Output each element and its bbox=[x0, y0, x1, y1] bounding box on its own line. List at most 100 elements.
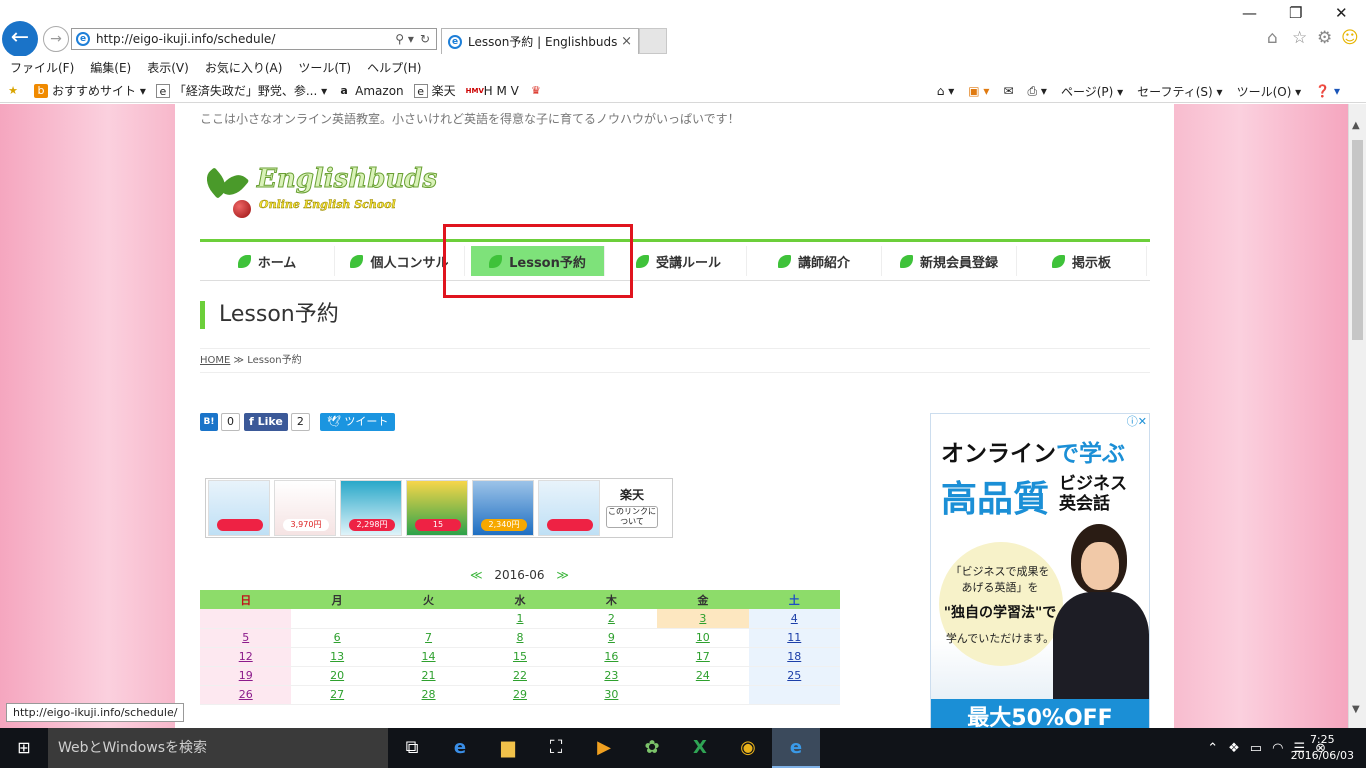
cmd-home-icon[interactable]: ⌂ ▾ bbox=[937, 84, 954, 98]
nav-board[interactable]: 掲示板 bbox=[1017, 246, 1147, 276]
calendar-day-link[interactable]: 28 bbox=[422, 688, 436, 701]
calendar-day-link[interactable]: 7 bbox=[425, 631, 432, 644]
calendar-day-link[interactable]: 1 bbox=[516, 612, 523, 625]
calendar-day-link[interactable]: 4 bbox=[791, 612, 798, 625]
calendar-day-cell[interactable]: 7 bbox=[382, 628, 475, 648]
calendar-day-link[interactable]: 18 bbox=[787, 650, 801, 663]
product-thumbnail[interactable]: 2,298円 bbox=[340, 480, 402, 536]
cmd-rss-icon[interactable]: ▣ ▾ bbox=[968, 84, 989, 98]
rakuten-logo[interactable]: 楽天 このリンクについて bbox=[604, 480, 660, 536]
calendar-day-cell[interactable]: 30 bbox=[565, 685, 658, 705]
nav-teachers[interactable]: 講師紹介 bbox=[747, 246, 882, 276]
calendar-day-cell[interactable]: 14 bbox=[382, 647, 475, 667]
fav-item-news[interactable]: e 「経済失政だ」野党、参... ▾ bbox=[155, 82, 327, 99]
hatena-bookmark-button[interactable]: B! bbox=[200, 413, 218, 431]
tray-chevron-icon[interactable]: ⌃ bbox=[1207, 741, 1218, 756]
calendar-prev-button[interactable]: ≪ bbox=[470, 568, 483, 582]
calendar-day-cell[interactable]: 20 bbox=[291, 666, 383, 686]
ad-info-icon[interactable]: ⓘ✕ bbox=[1127, 413, 1147, 429]
calendar-day-cell[interactable]: 11 bbox=[748, 628, 840, 648]
address-text[interactable]: http://eigo-ikuji.info/schedule/ bbox=[96, 32, 395, 46]
calendar-day-cell[interactable]: 4 bbox=[748, 609, 840, 629]
store-icon[interactable]: ⛶ bbox=[532, 728, 580, 768]
calendar-day-cell[interactable]: 19 bbox=[200, 666, 292, 686]
tab-close-icon[interactable]: × bbox=[621, 34, 632, 49]
calendar-day-cell[interactable]: 24 bbox=[657, 666, 749, 686]
calendar-day-cell[interactable]: 6 bbox=[291, 628, 383, 648]
calendar-day-link[interactable]: 11 bbox=[787, 631, 801, 644]
new-tab-button[interactable] bbox=[639, 28, 667, 54]
restore-icon[interactable]: ❐ bbox=[1289, 4, 1302, 22]
calendar-day-cell[interactable]: 8 bbox=[474, 628, 566, 648]
calendar-day-cell[interactable]: 21 bbox=[382, 666, 475, 686]
calendar-day-link[interactable]: 12 bbox=[239, 650, 253, 663]
menu-view[interactable]: 表示(V) bbox=[147, 59, 189, 76]
calendar-next-button[interactable]: ≫ bbox=[556, 568, 569, 582]
cmd-print-icon[interactable]: ⎙ ▾ bbox=[1028, 84, 1047, 99]
feedback-smiley-icon[interactable]: ☺ bbox=[1341, 28, 1359, 48]
calendar-day-link[interactable]: 20 bbox=[330, 669, 344, 682]
calendar-day-link[interactable]: 30 bbox=[604, 688, 618, 701]
calendar-day-cell[interactable]: 9 bbox=[565, 628, 658, 648]
fav-item-amazon[interactable]: a Amazon bbox=[337, 84, 403, 98]
fav-item-hmv[interactable]: HMV H M V bbox=[466, 84, 519, 98]
calendar-day-link[interactable]: 26 bbox=[239, 688, 253, 701]
cmd-help-icon[interactable]: ❓ ▾ bbox=[1315, 84, 1340, 98]
calendar-day-cell[interactable]: 28 bbox=[382, 685, 475, 705]
calendar-day-link[interactable]: 24 bbox=[696, 669, 710, 682]
calendar-day-link[interactable]: 2 bbox=[608, 612, 615, 625]
taskbar-search-box[interactable]: WebとWindowsを検索 bbox=[48, 728, 388, 768]
file-explorer-icon[interactable]: ▆ bbox=[484, 728, 532, 768]
cmd-safety[interactable]: セーフティ(S) ▾ bbox=[1137, 83, 1222, 100]
product-thumbnail[interactable]: 3,970円 bbox=[274, 480, 336, 536]
calendar-day-cell[interactable]: 18 bbox=[748, 647, 840, 667]
settings-gear-icon[interactable]: ⚙ bbox=[1317, 28, 1332, 48]
calendar-day-link[interactable]: 5 bbox=[242, 631, 249, 644]
favorites-star-icon[interactable]: ☆ bbox=[1292, 28, 1307, 48]
product-thumbnail[interactable]: 15 bbox=[406, 480, 468, 536]
rakuten-link-note[interactable]: このリンクについて bbox=[606, 506, 658, 528]
fav-item-recommended[interactable]: b おすすめサイト ▾ bbox=[34, 82, 146, 99]
refresh-icon[interactable]: ↻ bbox=[420, 32, 430, 46]
calendar-day-link[interactable]: 8 bbox=[516, 631, 523, 644]
scroll-down-icon[interactable]: ▼ bbox=[1352, 704, 1360, 715]
product-thumbnail[interactable] bbox=[538, 480, 600, 536]
scroll-up-icon[interactable]: ▲ bbox=[1352, 120, 1360, 131]
calendar-day-link[interactable]: 25 bbox=[787, 669, 801, 682]
calendar-day-cell[interactable]: 5 bbox=[200, 628, 292, 648]
calendar-day-cell[interactable]: 15 bbox=[474, 647, 566, 667]
cmd-page[interactable]: ページ(P) ▾ bbox=[1061, 83, 1123, 100]
calendar-day-link[interactable]: 27 bbox=[330, 688, 344, 701]
calendar-day-cell[interactable]: 23 bbox=[565, 666, 658, 686]
search-icon[interactable]: ⚲ ▾ bbox=[395, 32, 414, 46]
calendar-day-link[interactable]: 13 bbox=[330, 650, 344, 663]
calendar-day-cell[interactable]: 29 bbox=[474, 685, 566, 705]
excel-icon[interactable]: X bbox=[676, 728, 724, 768]
calendar-day-link[interactable]: 19 bbox=[239, 669, 253, 682]
calendar-day-cell[interactable]: 26 bbox=[200, 685, 292, 705]
task-view-icon[interactable]: ⧉ bbox=[388, 728, 436, 768]
facebook-like-button[interactable]: f Like bbox=[244, 413, 288, 431]
scrollbar-thumb[interactable] bbox=[1352, 140, 1363, 340]
menu-edit[interactable]: 編集(E) bbox=[90, 59, 131, 76]
calendar-day-cell[interactable]: 3 bbox=[657, 609, 749, 629]
calendar-day-cell[interactable]: 1 bbox=[474, 609, 566, 629]
cmd-mail-icon[interactable]: ✉ bbox=[1003, 84, 1013, 98]
advertisement-banner[interactable]: ⓘ✕ オンラインで学ぶ 高品質 ビジネス 英会話 「ビジネスで成果を あげる英語」を… bbox=[930, 413, 1150, 728]
menu-tools[interactable]: ツール(T) bbox=[298, 59, 351, 76]
site-logo[interactable]: Englishbuds Online English School bbox=[200, 160, 438, 220]
calendar-day-link[interactable]: 17 bbox=[696, 650, 710, 663]
menu-favorites[interactable]: お気に入り(A) bbox=[205, 59, 283, 76]
calendar-day-cell[interactable]: 13 bbox=[291, 647, 383, 667]
calendar-day-link[interactable]: 10 bbox=[696, 631, 710, 644]
calendar-day-cell[interactable]: 25 bbox=[748, 666, 840, 686]
calendar-day-link[interactable]: 3 bbox=[699, 612, 706, 625]
calendar-day-link[interactable]: 29 bbox=[513, 688, 527, 701]
browser-tab-active[interactable]: e Lesson予約 | Englishbuds × bbox=[441, 28, 639, 54]
taskbar-clock[interactable]: 7:25 2016/06/03 bbox=[1291, 732, 1354, 764]
calendar-day-link[interactable]: 23 bbox=[604, 669, 618, 682]
calendar-day-link[interactable]: 15 bbox=[513, 650, 527, 663]
chrome-icon[interactable]: ◉ bbox=[724, 728, 772, 768]
calendar-day-cell[interactable]: 10 bbox=[657, 628, 749, 648]
calendar-day-cell[interactable]: 16 bbox=[565, 647, 658, 667]
